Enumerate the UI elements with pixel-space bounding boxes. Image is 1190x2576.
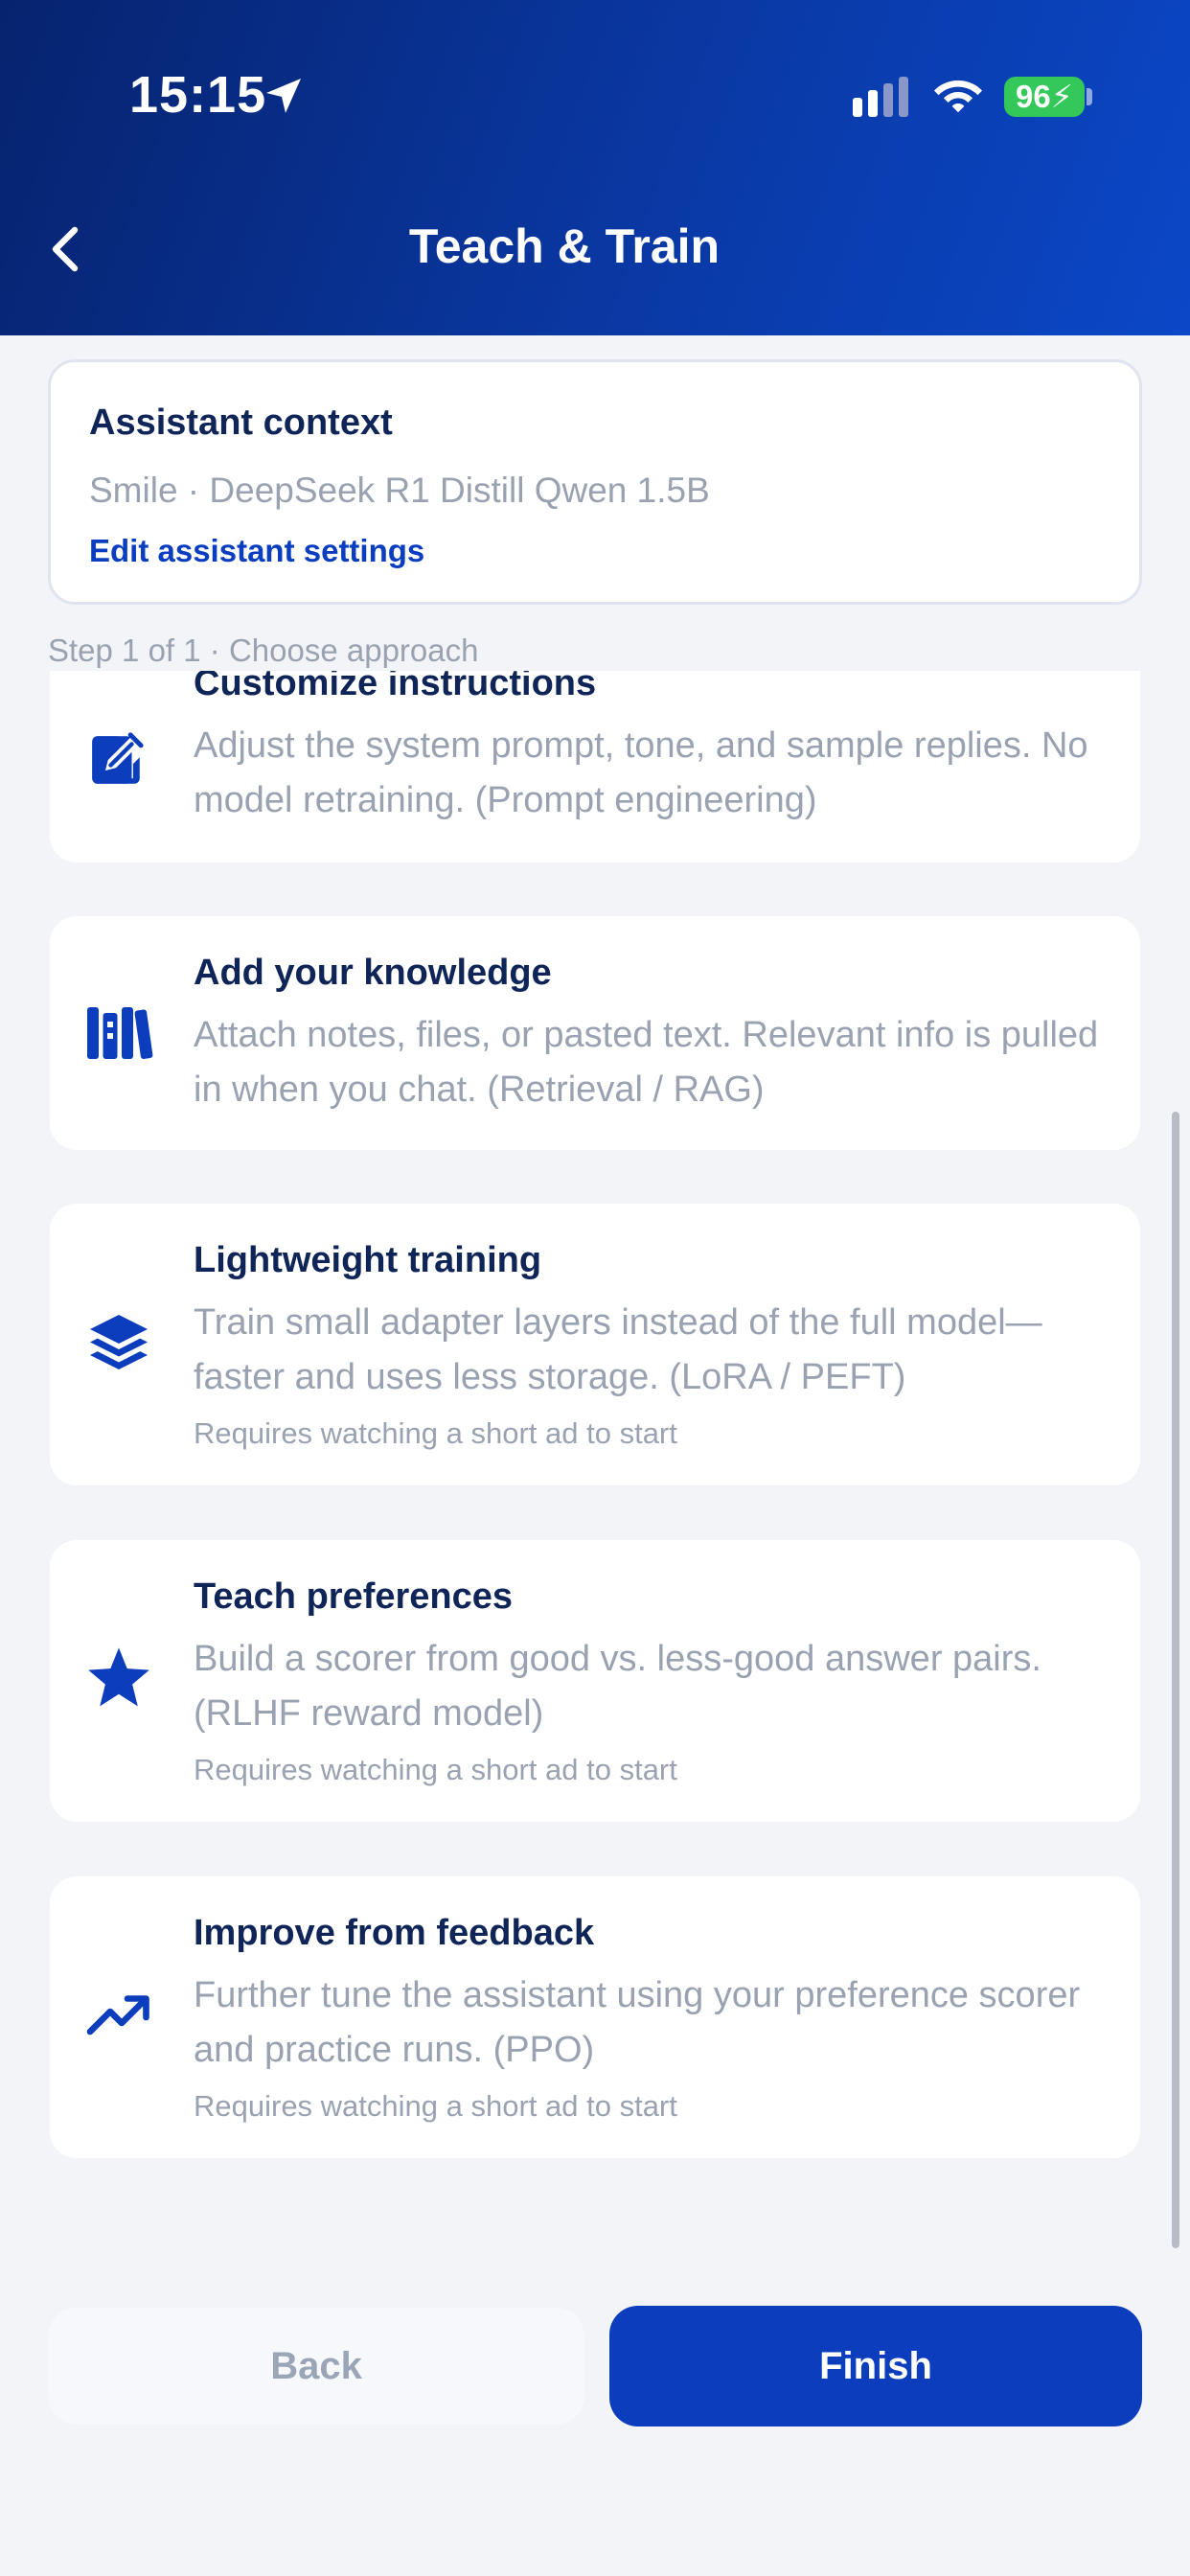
context-title: Assistant context [89, 402, 393, 443]
star-icon [88, 1647, 149, 1707]
step-label: Step 1 of 1 · Choose approach [48, 632, 479, 668]
option-title: Customize instructions [194, 671, 597, 703]
option-teach-preferences[interactable]: Teach preferences Build a scorer from go… [50, 1540, 1140, 1822]
option-title: Improve from feedback [194, 1913, 595, 1953]
option-title: Lightweight training [194, 1240, 542, 1280]
option-ad-note: Requires watching a short ad to start [194, 1416, 677, 1450]
assistant-context-card: Assistant context Smile · DeepSeek R1 Di… [48, 359, 1142, 605]
option-title: Teach preferences [194, 1576, 514, 1617]
option-description: Attach notes, files, or pasted text. Rel… [194, 1015, 1099, 1110]
option-description: Further tune the assistant using your pr… [194, 1975, 1081, 2070]
layers-icon [90, 1315, 148, 1369]
option-improve-from-feedback[interactable]: Improve from feedback Further tune the a… [50, 1876, 1140, 2158]
charging-bolt-icon: ⚡ [1050, 79, 1073, 114]
scrollbar[interactable] [1172, 1112, 1179, 2248]
back-button[interactable]: Back [48, 2308, 584, 2425]
option-ad-note: Requires watching a short ad to start [194, 1753, 677, 1786]
option-title: Add your knowledge [194, 953, 552, 993]
page-title: Teach & Train [408, 219, 721, 273]
edit-square-icon [92, 732, 144, 784]
cellular-signal-icon [853, 77, 908, 117]
option-description: Build a scorer from good vs. less-good a… [194, 1639, 1041, 1734]
battery-level: 96 [1016, 79, 1051, 114]
option-customize-instructions[interactable]: Customize instructions Adjust the system… [50, 671, 1140, 862]
app-header: 15:15 96⚡ Teach & Train [0, 0, 1190, 335]
location-arrow-icon [266, 79, 301, 113]
status-time: 15:15 [129, 66, 267, 124]
trending-up-icon [86, 1995, 149, 2036]
option-description: Train small adapter layers instead of th… [194, 1302, 1042, 1397]
edit-assistant-settings-link[interactable]: Edit assistant settings [89, 533, 424, 569]
context-subtitle: Smile · DeepSeek R1 Distill Qwen 1.5B [89, 471, 710, 510]
option-description: Adjust the system prompt, tone, and samp… [194, 725, 1088, 820]
status-bar: 15:15 96⚡ [0, 0, 1190, 192]
wifi-icon [934, 80, 982, 113]
battery-tip [1087, 88, 1092, 105]
battery-charging-icon: 96⚡ [1004, 77, 1085, 117]
option-add-knowledge[interactable]: Add your knowledge Attach notes, files, … [50, 916, 1140, 1150]
option-ad-note: Requires watching a short ad to start [194, 2089, 677, 2123]
finish-button[interactable]: Finish [609, 2306, 1142, 2426]
option-lightweight-training[interactable]: Lightweight training Train small adapter… [50, 1204, 1140, 1485]
approach-options-list[interactable]: Customize instructions Adjust the system… [0, 671, 1190, 2195]
library-books-icon [87, 1007, 153, 1059]
